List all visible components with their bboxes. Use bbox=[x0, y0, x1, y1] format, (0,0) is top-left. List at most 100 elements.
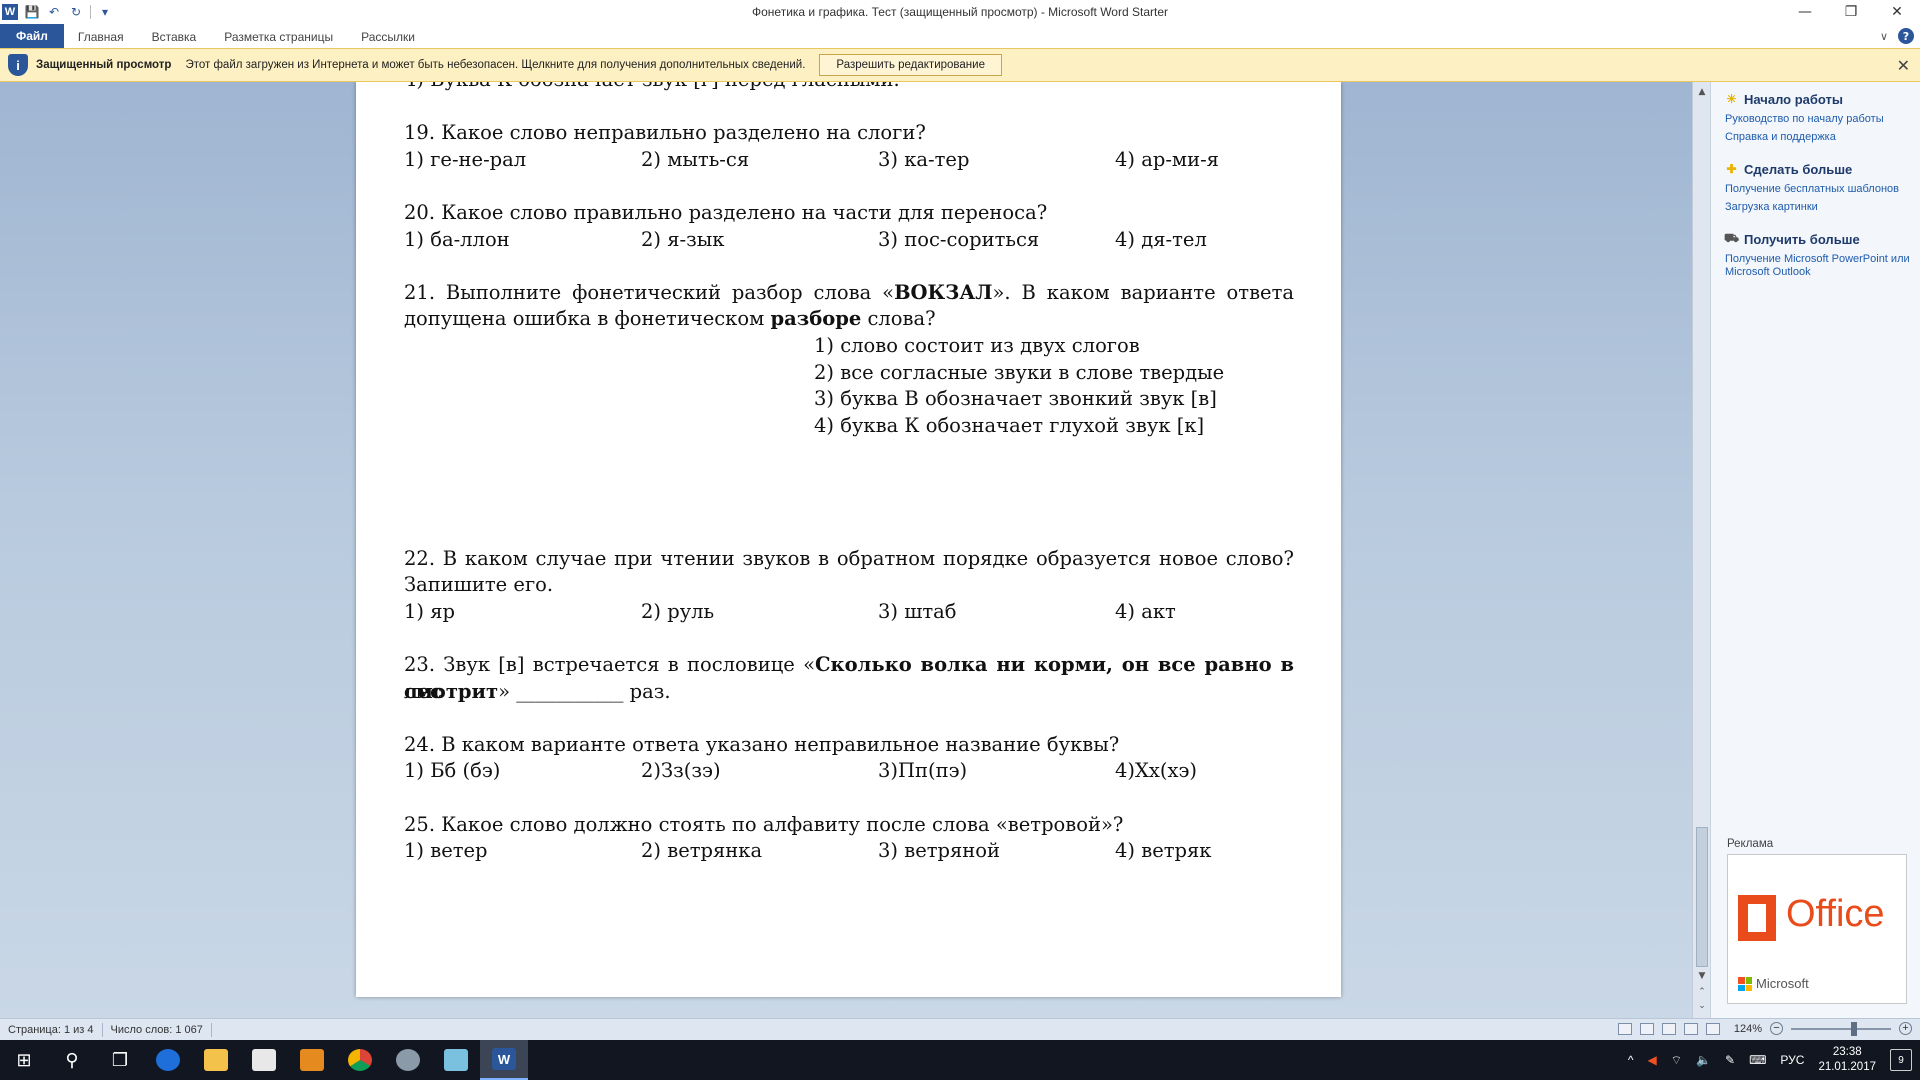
shield-info-icon: i bbox=[8, 54, 28, 76]
link-download-clipart[interactable]: Загрузка картинки bbox=[1725, 201, 1915, 214]
word-taskbar-icon[interactable]: W bbox=[480, 1040, 528, 1080]
protected-view-message[interactable]: Этот файл загружен из Интернета и может … bbox=[185, 59, 805, 71]
question-22-line-2: Запишите его. bbox=[404, 573, 554, 597]
question-19: 19. Какое слово неправильно разделено на… bbox=[404, 121, 926, 145]
game-app-icon[interactable] bbox=[384, 1040, 432, 1080]
link-free-templates[interactable]: Получение бесплатных шаблонов bbox=[1725, 183, 1915, 196]
enable-editing-button[interactable]: Разрешить редактирование bbox=[819, 54, 1002, 76]
prev-page-icon[interactable]: ⌃ bbox=[1696, 986, 1708, 998]
system-tray: ^ ◀ ⌔ 🔈 ✎ ⌨ РУС 23:38 21.01.2017 9 bbox=[1628, 1040, 1920, 1080]
office-logo-icon bbox=[1738, 895, 1776, 941]
question-20-options: 1) ба-ллон 2) я-зык 3) пос-сориться 4) д… bbox=[404, 227, 1294, 254]
help-icon[interactable]: ? bbox=[1898, 28, 1914, 44]
outline-view-button[interactable] bbox=[1683, 1022, 1698, 1035]
question-25-options: 1) ветер 2) ветрянка 3) ветряной 4) ветр… bbox=[404, 838, 1294, 865]
customize-qat-icon[interactable]: ▾ bbox=[97, 4, 113, 20]
option: 2) руль bbox=[641, 599, 715, 623]
next-page-icon[interactable]: ⌄ bbox=[1696, 1000, 1708, 1012]
zoom-slider[interactable] bbox=[1791, 1021, 1891, 1036]
quick-access-toolbar: W 💾 ↶ ↻ ▾ bbox=[0, 0, 113, 24]
protected-view-close-icon[interactable]: ✕ bbox=[1897, 56, 1910, 76]
tab-insert[interactable]: Вставка bbox=[138, 26, 211, 48]
document-body: 4) Буква К обозначает звук [г] перед гла… bbox=[404, 82, 1294, 865]
tab-page-layout[interactable]: Разметка страницы bbox=[210, 26, 347, 48]
page-count[interactable]: Страница: 1 из 4 bbox=[0, 1022, 103, 1037]
option: 4) дя-тел bbox=[1115, 227, 1207, 251]
search-icon[interactable]: ⚲ bbox=[48, 1040, 96, 1080]
question-22-line-1: 22. В каком случае при чтении звуков в о… bbox=[404, 546, 1294, 570]
redo-icon[interactable]: ↻ bbox=[68, 4, 84, 20]
link-get-powerpoint-outlook[interactable]: Получение Microsoft PowerPoint или Micro… bbox=[1725, 253, 1915, 279]
notes-app-icon[interactable] bbox=[432, 1040, 480, 1080]
media-player-icon[interactable] bbox=[288, 1040, 336, 1080]
clock[interactable]: 23:38 21.01.2017 bbox=[1818, 1045, 1876, 1075]
do-more-heading: ✚ Сделать больше bbox=[1725, 160, 1915, 178]
get-more-heading: ⛟ Получить больше bbox=[1724, 230, 1915, 248]
scroll-down-icon[interactable]: ▼ bbox=[1696, 970, 1708, 982]
word-logo-icon[interactable]: W bbox=[2, 4, 18, 20]
edge-icon[interactable] bbox=[144, 1040, 192, 1080]
minimize-button[interactable]: — bbox=[1782, 0, 1828, 24]
draft-view-button[interactable] bbox=[1705, 1022, 1720, 1035]
office-ad-text: Office bbox=[1786, 893, 1885, 935]
question-19-options: 1) ге-не-рал 2) мыть-ся 3) ка-тер 4) ар-… bbox=[404, 147, 1294, 174]
option: 3) ветряной bbox=[878, 839, 1001, 863]
zoom-out-button[interactable]: − bbox=[1770, 1022, 1783, 1035]
save-icon[interactable]: 💾 bbox=[24, 4, 40, 20]
language-indicator[interactable]: РУС bbox=[1780, 1053, 1804, 1067]
tray-chevron-icon[interactable]: ^ bbox=[1628, 1053, 1634, 1067]
network-icon[interactable]: ⌔ bbox=[1671, 1053, 1682, 1068]
option: 2) мыть-ся bbox=[641, 147, 750, 171]
section-title: Сделать больше bbox=[1744, 161, 1853, 177]
microsoft-ad-text: Microsoft bbox=[1756, 976, 1809, 991]
option: 1) ба-ллон bbox=[404, 227, 510, 251]
file-explorer-icon[interactable] bbox=[192, 1040, 240, 1080]
microsoft-logo-icon bbox=[1738, 977, 1752, 991]
protected-view-title: Защищенный просмотр bbox=[36, 59, 172, 71]
document-workspace: 4) Буква К обозначает звук [г] перед гла… bbox=[0, 82, 1696, 1018]
question-21-option-1: 1) слово состоит из двух слогов bbox=[814, 333, 1140, 357]
restore-button[interactable]: ❐ bbox=[1828, 0, 1874, 24]
document-page[interactable]: 4) Буква К обозначает звук [г] перед гла… bbox=[356, 82, 1341, 997]
start-button-icon[interactable]: ⊞ bbox=[0, 1040, 48, 1080]
office-ad[interactable]: Office Microsoft bbox=[1727, 854, 1907, 1004]
chrome-icon[interactable] bbox=[336, 1040, 384, 1080]
task-view-icon[interactable]: ❐ bbox=[96, 1040, 144, 1080]
full-screen-view-button[interactable] bbox=[1639, 1022, 1654, 1035]
tab-file[interactable]: Файл bbox=[0, 24, 64, 48]
volume-icon[interactable]: 🔈 bbox=[1696, 1053, 1711, 1067]
link-getting-started-guide[interactable]: Руководство по началу работы bbox=[1725, 113, 1915, 126]
close-button[interactable]: ✕ bbox=[1874, 0, 1920, 24]
question-24: 24. В каком варианте ответа указано непр… bbox=[404, 732, 1120, 756]
section-title: Получить больше bbox=[1744, 231, 1860, 247]
notifications-icon[interactable]: 9 bbox=[1890, 1049, 1912, 1071]
undo-icon[interactable]: ↶ bbox=[46, 4, 62, 20]
option: 3) ка-тер bbox=[878, 147, 970, 171]
tab-mailings[interactable]: Рассылки bbox=[347, 26, 429, 48]
zoom-slider-knob[interactable] bbox=[1851, 1021, 1857, 1036]
word-count[interactable]: Число слов: 1 067 bbox=[103, 1022, 212, 1037]
zoom-in-button[interactable]: + bbox=[1899, 1022, 1912, 1035]
scroll-up-icon[interactable]: ▲ bbox=[1696, 86, 1708, 98]
tab-home[interactable]: Главная bbox=[64, 26, 138, 48]
option: 3)Пп(пэ) bbox=[878, 759, 968, 783]
print-layout-view-button[interactable] bbox=[1617, 1022, 1632, 1035]
vertical-scrollbar[interactable]: ▲ ▼ ⌃ ⌄ bbox=[1692, 82, 1710, 1018]
option: 1) яр bbox=[404, 599, 455, 623]
link-help-support[interactable]: Справка и поддержка bbox=[1725, 131, 1915, 144]
expand-ribbon-icon[interactable]: ∨ bbox=[1880, 30, 1888, 43]
option: 2) я-зык bbox=[641, 227, 725, 251]
warning-icon[interactable]: ◀ bbox=[1648, 1053, 1657, 1067]
pen-icon[interactable]: ✎ bbox=[1725, 1053, 1735, 1067]
web-layout-view-button[interactable] bbox=[1661, 1022, 1676, 1035]
do-more-section: ✚ Сделать больше Получение бесплатных шаб… bbox=[1725, 160, 1915, 214]
option: 4) ар-ми-я bbox=[1115, 147, 1219, 171]
scroll-thumb[interactable] bbox=[1696, 827, 1708, 967]
zoom-level[interactable]: 124% bbox=[1734, 1023, 1762, 1035]
question-21-option-2: 2) все согласные звуки в слове твердые bbox=[814, 360, 1225, 384]
getting-started-heading: ✳ Начало работы bbox=[1725, 90, 1915, 108]
store-icon[interactable] bbox=[240, 1040, 288, 1080]
option: 4) акт bbox=[1115, 599, 1176, 623]
keyboard-icon[interactable]: ⌨ bbox=[1749, 1053, 1766, 1067]
question-20: 20. Какое слово правильно разделено на ч… bbox=[404, 200, 1048, 224]
